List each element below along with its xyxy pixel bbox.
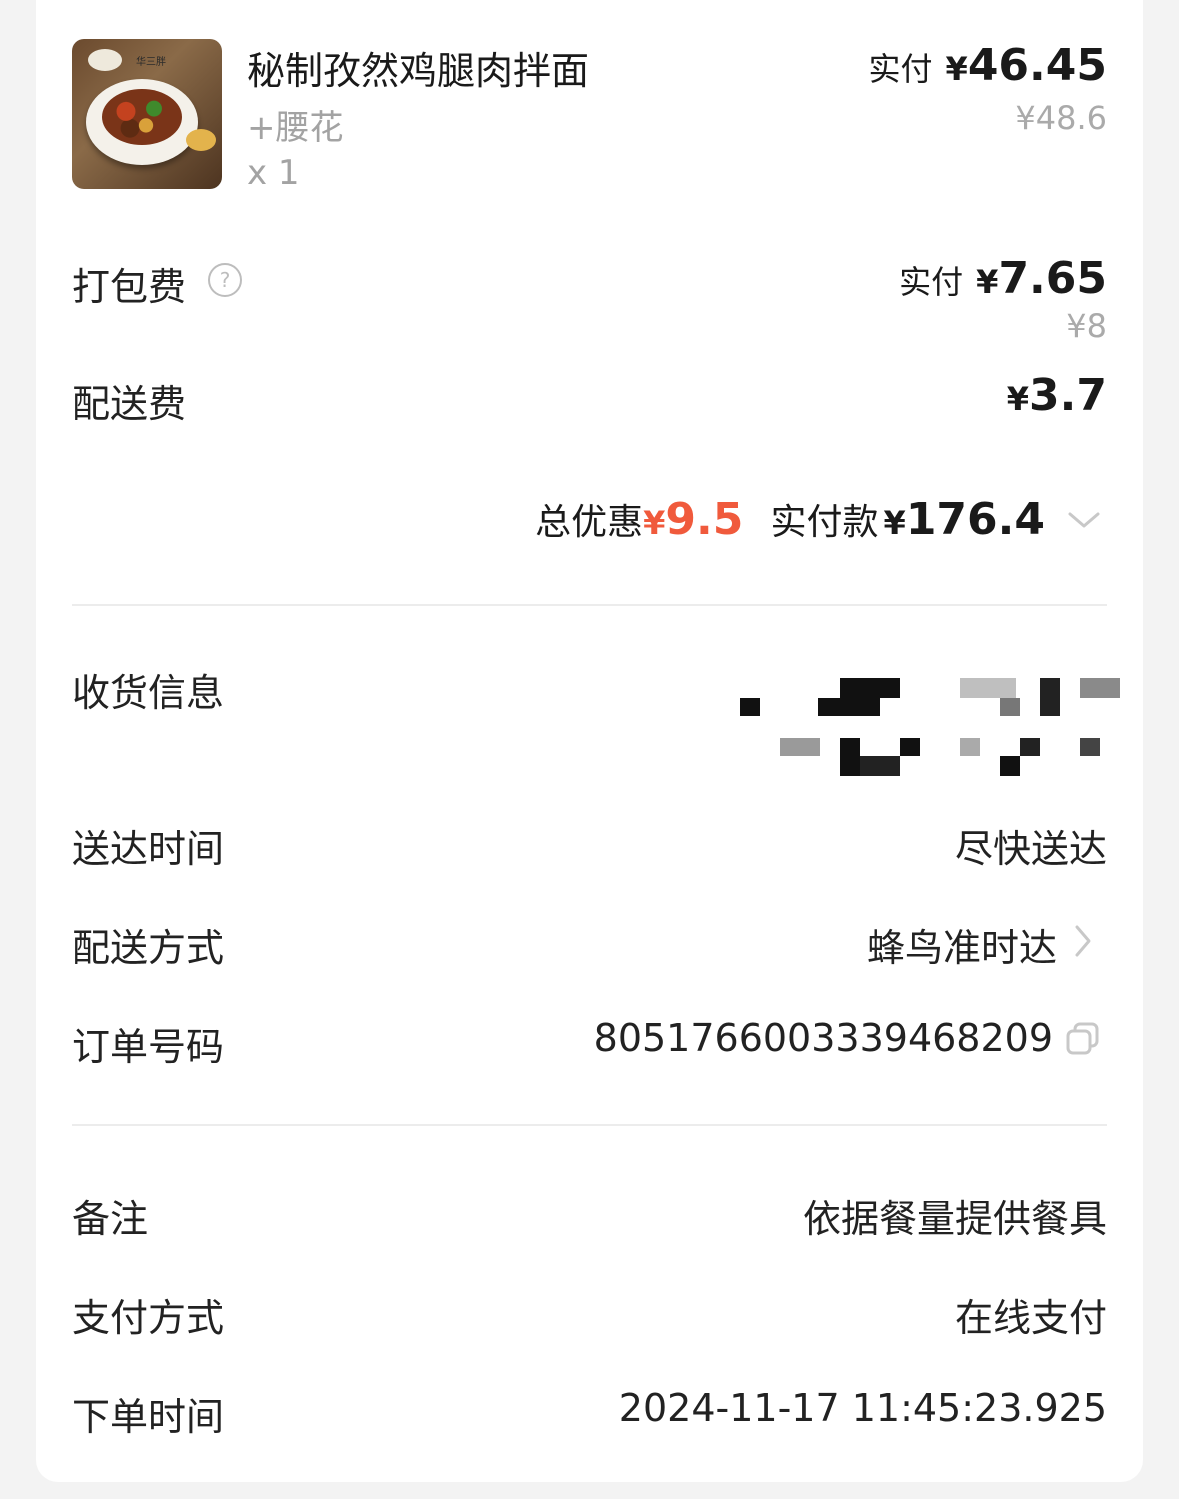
note-label: 备注: [72, 1197, 149, 1241]
total-value: 176.4: [905, 494, 1045, 545]
item-original-price: ¥48.6: [1015, 99, 1107, 137]
discount-value: 9.5: [665, 494, 744, 545]
packing-original-price: ¥8: [1066, 307, 1107, 345]
order-detail-card: 华三胖 秘制孜然鸡腿肉拌面 +腰花 x 1 实付 ¥46.45 ¥48.6 打包…: [36, 0, 1143, 1482]
packing-paid: 实付 ¥7.65: [899, 253, 1107, 304]
item-currency: ¥: [945, 50, 968, 88]
delivery-fee-value: 3.7: [1029, 370, 1107, 421]
thumbnail-cup: [88, 49, 122, 71]
receiver-info-label: 收货信息: [72, 671, 225, 715]
packing-paid-label: 实付: [899, 263, 964, 301]
total-currency: ¥: [883, 504, 906, 542]
delivery-fee-label: 配送费: [72, 382, 187, 426]
summary-line: 总优惠¥9.5 实付款 ¥176.4: [535, 493, 1045, 545]
payment-method-label: 支付方式: [72, 1296, 225, 1340]
packing-fee-label: 打包费: [72, 265, 187, 309]
packing-paid-value: 7.65: [998, 253, 1107, 304]
item-paid-value: 46.45: [967, 40, 1107, 91]
thumbnail-logo-text: 华三胖: [136, 57, 166, 68]
item-paid: 实付 ¥46.45: [868, 40, 1107, 91]
delivery-fee: ¥3.7: [1007, 370, 1107, 421]
delivery-method-value[interactable]: 蜂鸟准时达: [867, 917, 1057, 972]
food-thumbnail[interactable]: 华三胖: [72, 39, 222, 189]
item-quantity: x 1: [247, 153, 300, 193]
delivery-time-value: 尽快送达: [954, 827, 1107, 871]
order-number-value: 8051766003339468209: [593, 1016, 1053, 1060]
order-time-label: 下单时间: [72, 1395, 225, 1439]
delivery-method-label: 配送方式: [72, 926, 225, 970]
item-paid-label: 实付: [868, 50, 933, 88]
copy-icon[interactable]: [1064, 1020, 1102, 1058]
chevron-down-icon[interactable]: [1066, 508, 1102, 532]
thumbnail-saucer: [186, 129, 216, 151]
note-value: 依据餐量提供餐具: [802, 1197, 1107, 1241]
delivery-fee-currency: ¥: [1006, 380, 1030, 418]
divider: [72, 604, 1107, 606]
item-name: 秘制孜然鸡腿肉拌面: [247, 49, 590, 93]
order-number-label: 订单号码: [72, 1025, 225, 1069]
order-time-value: 2024-11-17 11:45:23.925: [618, 1386, 1107, 1430]
thumbnail-food: [102, 89, 182, 145]
discount-currency: ¥: [643, 504, 666, 542]
help-icon[interactable]: ?: [208, 263, 242, 297]
delivery-time-label: 送达时间: [72, 827, 225, 871]
total-label: 实付款: [770, 502, 879, 543]
discount-label: 总优惠: [535, 502, 644, 543]
divider: [72, 1124, 1107, 1126]
packing-currency: ¥: [976, 263, 999, 301]
item-addon: +腰花: [247, 108, 344, 148]
chevron-right-icon[interactable]: [1072, 922, 1094, 960]
payment-method-value: 在线支付: [954, 1296, 1107, 1340]
